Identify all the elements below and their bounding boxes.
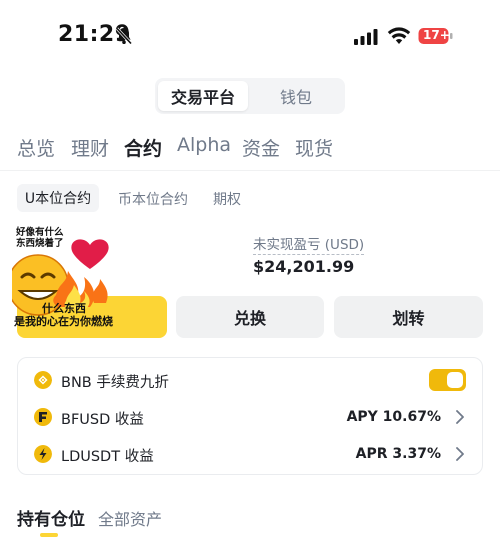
unrealized-pnl-value: $24,201.99 [253, 257, 355, 276]
transfer-button[interactable]: 划转 [334, 296, 483, 338]
meme-caption-line2: 东西烧着了 [16, 238, 64, 249]
tab-funding[interactable]: 资金 [242, 134, 280, 161]
battery-level: 17+ [423, 28, 450, 42]
chevron-right-icon[interactable] [455, 410, 465, 424]
tab-positions[interactable]: 持有仓位 [17, 505, 85, 530]
subtab-options[interactable]: 期权 [213, 189, 241, 209]
meme-caption-line1: 好像有什么 [16, 227, 64, 238]
meme-caption-bottom: 是我的心在为你燃烧 [14, 315, 113, 328]
exchange-button[interactable]: 兑换 [176, 296, 324, 338]
bell-muted-icon [115, 27, 133, 45]
active-tab-indicator [40, 533, 58, 537]
tab-spot[interactable]: 现货 [295, 134, 333, 161]
tab-wallet[interactable]: 钱包 [250, 81, 342, 111]
ldusdt-apr-value: APR 3.37% [355, 446, 441, 462]
bfusd-apy-value: APY 10.67% [346, 409, 441, 425]
cellular-signal-icon [354, 29, 378, 45]
toggle-knob [447, 372, 463, 388]
subtab-coinm-futures[interactable]: 币本位合约 [118, 189, 188, 209]
bnb-fee-discount-label: BNB 手续费九折 [61, 375, 169, 391]
bfusd-yield-label[interactable]: BFUSD 收益 [61, 408, 144, 429]
bfusd-coin-icon [34, 408, 52, 426]
unrealized-pnl-label[interactable]: 未实现盈亏 (USD) [253, 233, 365, 255]
chevron-right-icon[interactable] [455, 447, 465, 461]
subtab-usdm-futures[interactable]: U本位合约 [17, 184, 99, 212]
tab-all-assets[interactable]: 全部资产 [98, 506, 162, 530]
tabs-divider [0, 170, 500, 171]
meme-caption-top: 好像有什么 东西烧着了 [16, 227, 64, 249]
tab-futures[interactable]: 合约 [124, 134, 162, 161]
tab-overview[interactable]: 总览 [17, 134, 55, 161]
ldusdt-yield-label[interactable]: LDUSDT 收益 [61, 445, 154, 466]
battery-indicator: 17+ [418, 26, 454, 46]
tab-earn[interactable]: 理财 [71, 134, 109, 161]
bnb-coin-icon [34, 371, 52, 389]
tab-alpha[interactable]: Alpha [177, 134, 231, 156]
wifi-icon [387, 27, 411, 44]
tab-exchange-platform[interactable]: 交易平台 [158, 81, 248, 111]
ldusdt-coin-icon [34, 445, 52, 463]
